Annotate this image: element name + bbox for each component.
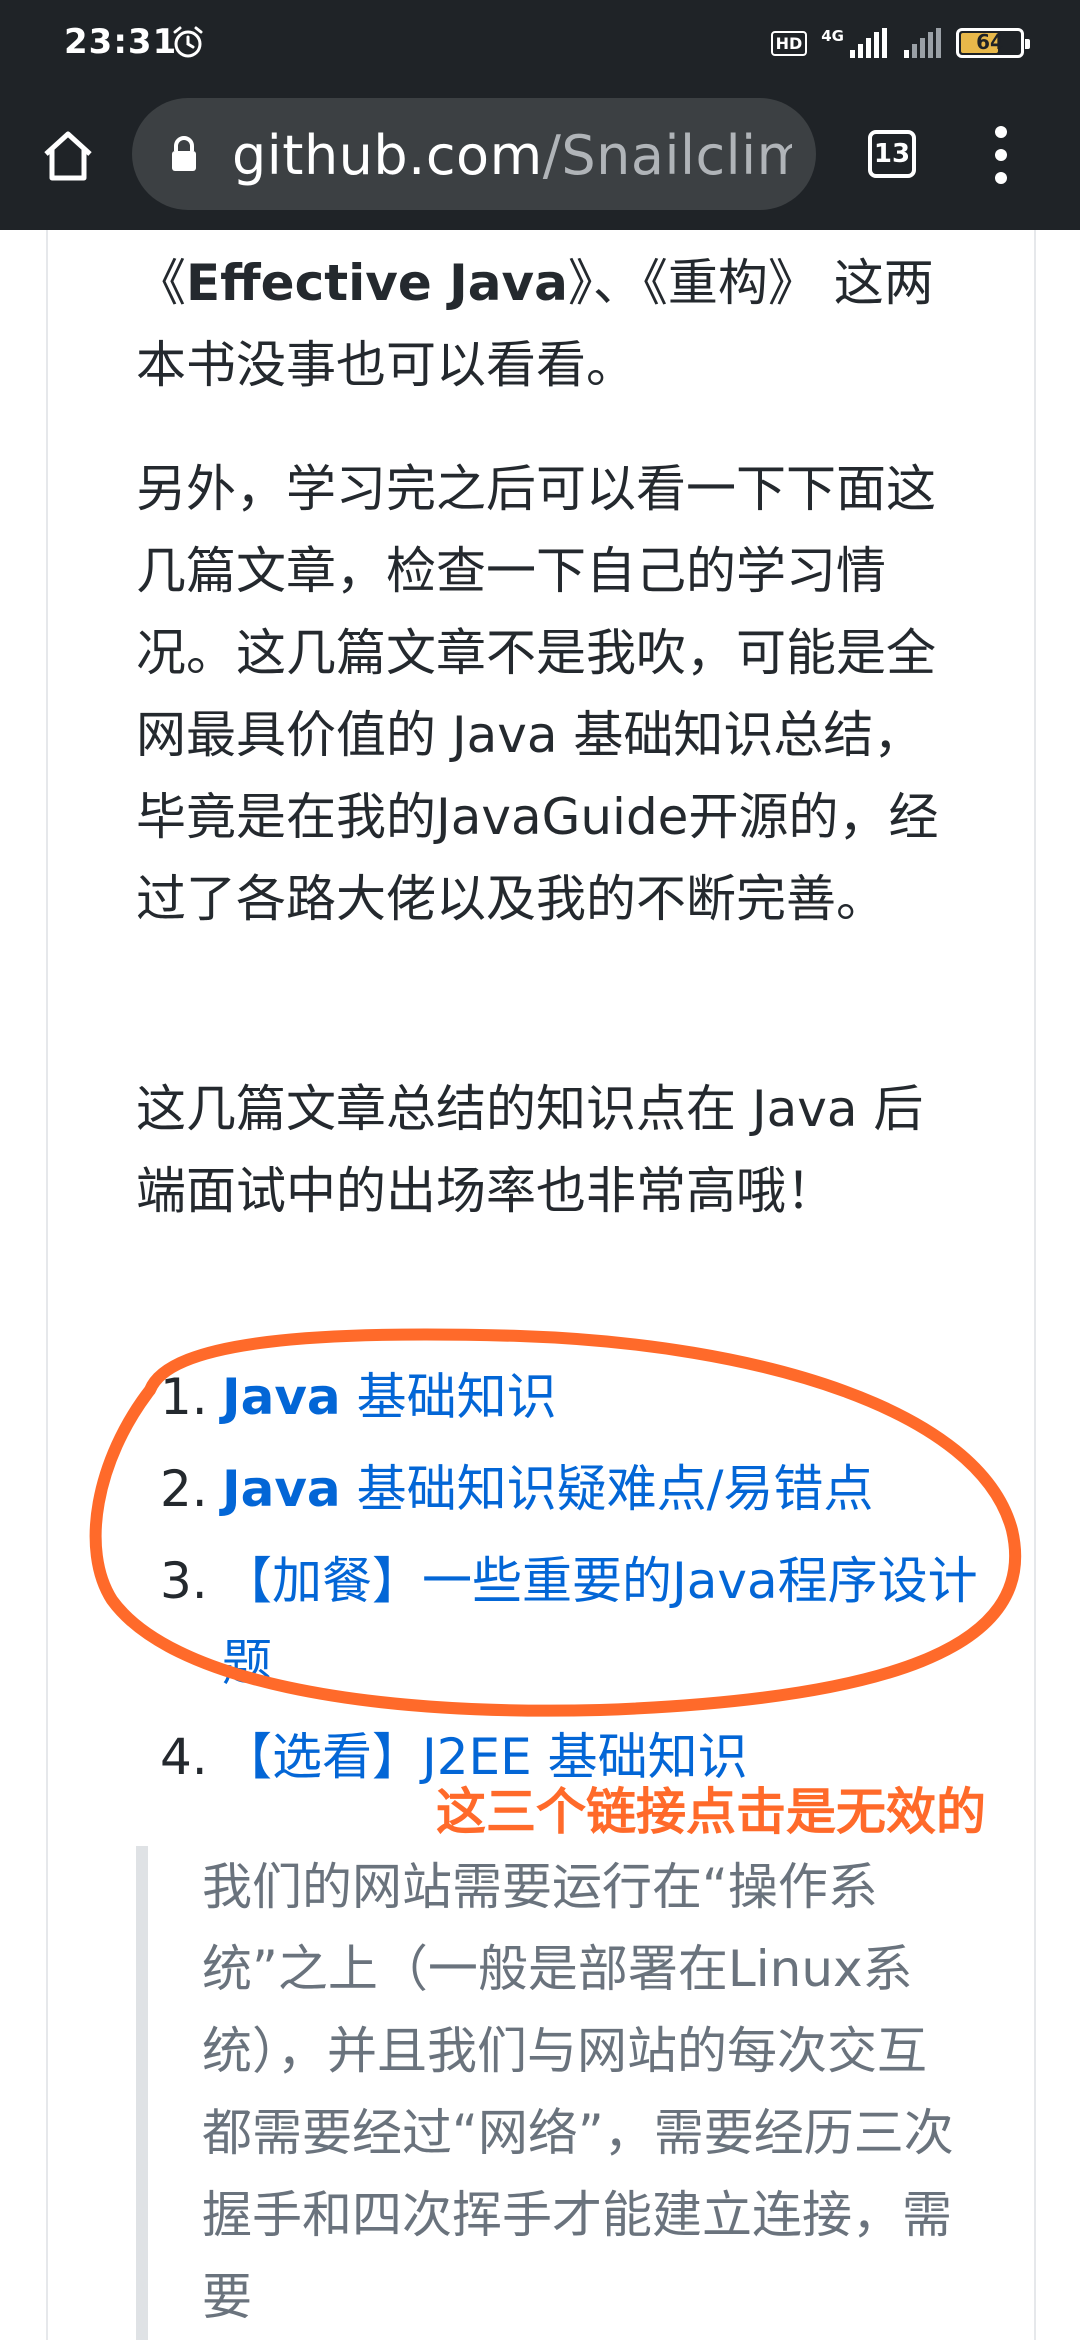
menu-dot [995, 172, 1007, 184]
url-text[interactable]: github.com/Snailclimb [232, 124, 792, 187]
list-number: 2. [160, 1460, 208, 1518]
home-icon[interactable] [36, 124, 100, 188]
battery-icon: 64 [956, 28, 1030, 58]
status-icons: HD 4G 64 [770, 22, 1030, 64]
hd-badge: HD [770, 30, 808, 56]
link-text: 【加餐】一些重要的Java程序设计题 [222, 1552, 978, 1692]
link-text: 基础知识 [340, 1368, 557, 1426]
menu-dot [995, 126, 1007, 138]
status-bar: 23:31 HD 4G 64 [0, 0, 1080, 86]
link-bold: Java [222, 1368, 341, 1426]
link-java-exercises[interactable]: 【加餐】一些重要的Java程序设计题 [222, 1540, 992, 1704]
article-paragraph-summary: 这几篇文章总结的知识点在 Java 后端面试中的出场率也非常高哦！ [136, 1080, 924, 1220]
book-title-bold: Effective Java [186, 254, 568, 312]
link-text: 基础知识疑难点/易错点 [340, 1460, 874, 1518]
article-paragraph-books: 《Effective Java》、《重构》 这两本书没事也可以看看。 [136, 242, 956, 406]
article-paragraph-intro: 另外，学习完之后可以看一下下面这几篇文章，检查一下自己的学习情况。这几篇文章不是… [136, 460, 939, 928]
more-menu-icon[interactable] [986, 126, 1016, 184]
list-number: 4. [160, 1728, 208, 1786]
paragraph-text: 《 [136, 254, 186, 312]
address-bar[interactable]: github.com/Snailclimb [132, 98, 816, 210]
battery-level: 64 [976, 30, 1004, 54]
network-type: 4G [821, 27, 844, 45]
annotation-note: 这三个链接点击是无效的 [436, 1783, 986, 1841]
list-number: 1. [160, 1368, 208, 1426]
blockquote-text: 我们的网站需要运行在“操作系统”之上（一般是部署在Linux系统），并且我们与网… [202, 1858, 954, 2326]
menu-dot [995, 149, 1007, 161]
lock-icon [172, 136, 196, 171]
list-number: 3. [160, 1552, 208, 1610]
alarm-icon [173, 26, 203, 58]
url-path: /Snailclimb [542, 124, 792, 187]
signal-icon-secondary [904, 28, 941, 58]
signal-icon [850, 28, 887, 58]
status-time: 23:31 [64, 22, 178, 62]
browser-toolbar: github.com/Snailclimb 13 [0, 86, 1080, 230]
url-domain: github.com [232, 124, 543, 187]
link-java-pitfalls[interactable]: Java 基础知识疑难点/易错点 [222, 1448, 982, 1530]
link-bold: Java [222, 1460, 341, 1518]
blockquote: 我们的网站需要运行在“操作系统”之上（一般是部署在Linux系统），并且我们与网… [136, 1846, 956, 2340]
tab-switcher-button[interactable]: 13 [868, 130, 916, 178]
battery-cap [1025, 39, 1030, 49]
link-java-basics[interactable]: Java 基础知识 [222, 1356, 982, 1438]
